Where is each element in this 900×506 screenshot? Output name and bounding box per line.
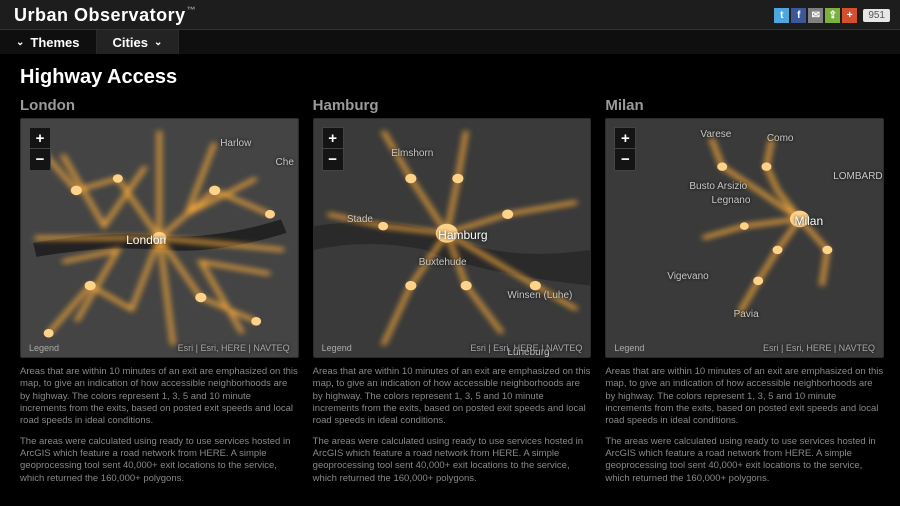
twitter-icon[interactable]: t [774,8,789,23]
menu-themes[interactable]: ⌄ Themes [0,30,97,54]
logo-tm: ™ [187,5,197,15]
description-p1: Areas that are within 10 minutes of an e… [20,366,299,428]
description-p2: The areas were calculated using ready to… [313,436,592,485]
zoom-control: +− [322,127,344,171]
description-p1: Areas that are within 10 minutes of an e… [605,366,884,428]
map[interactable]: +−HamburgElmshornStadeBuxtehudeWinsen (L… [313,118,592,358]
chevron-down-icon: ⌄ [154,37,162,48]
zoom-out-button[interactable]: − [614,149,636,171]
addthis-icon[interactable]: + [842,8,857,23]
city-column: Milan +−MilanVareseComoBusto ArsizioLegn… [605,91,884,485]
city-name: Hamburg [313,97,592,114]
zoom-in-button[interactable]: + [29,127,51,149]
city-column: Hamburg +−HamburgElmshornStadeBuxtehudeW… [313,91,592,485]
city-name: London [20,97,299,114]
menu-bar: ⌄ Themes Cities ⌄ [0,30,900,54]
map-attribution: Esri | Esri, HERE | NAVTEQ [178,343,290,353]
map-attribution: Esri | Esri, HERE | NAVTEQ [470,343,582,353]
zoom-in-button[interactable]: + [614,127,636,149]
logo-word-2: Observatory [74,5,186,25]
zoom-control: +− [29,127,51,171]
legend-link[interactable]: Legend [322,343,352,353]
cities-row: London +−LondonHarlowCheLegendEsri | Esr… [20,91,884,485]
zoom-out-button[interactable]: − [29,149,51,171]
social-bar: t f ✉ ⇪ + 951 [774,8,890,23]
zoom-out-button[interactable]: − [322,149,344,171]
chevron-down-icon: ⌄ [16,37,24,48]
city-name: Milan [605,97,884,114]
map[interactable]: +−MilanVareseComoBusto ArsizioLegnanoLOM… [605,118,884,358]
theme-title: Highway Access [20,66,884,89]
content: Highway Access London +−LondonHarlowCheL… [0,54,900,495]
legend-link[interactable]: Legend [29,343,59,353]
map[interactable]: +−LondonHarlowCheLegendEsri | Esri, HERE… [20,118,299,358]
description-p2: The areas were calculated using ready to… [605,436,884,485]
menu-themes-label: Themes [30,35,79,50]
menu-cities-label: Cities [113,35,148,50]
zoom-control: +− [614,127,636,171]
logo-word-1: Urban [14,5,69,25]
email-icon[interactable]: ✉ [808,8,823,23]
city-column: London +−LondonHarlowCheLegendEsri | Esr… [20,91,299,485]
description-p2: The areas were calculated using ready to… [20,436,299,485]
facebook-icon[interactable]: f [791,8,806,23]
description-p1: Areas that are within 10 minutes of an e… [313,366,592,428]
logo: Urban Observatory™ [14,5,196,26]
menu-cities[interactable]: Cities ⌄ [97,30,180,54]
map-attribution: Esri | Esri, HERE | NAVTEQ [763,343,875,353]
zoom-in-button[interactable]: + [322,127,344,149]
share-count: 951 [863,9,890,22]
top-bar: Urban Observatory™ t f ✉ ⇪ + 951 [0,0,900,30]
legend-link[interactable]: Legend [614,343,644,353]
share-icon[interactable]: ⇪ [825,8,840,23]
